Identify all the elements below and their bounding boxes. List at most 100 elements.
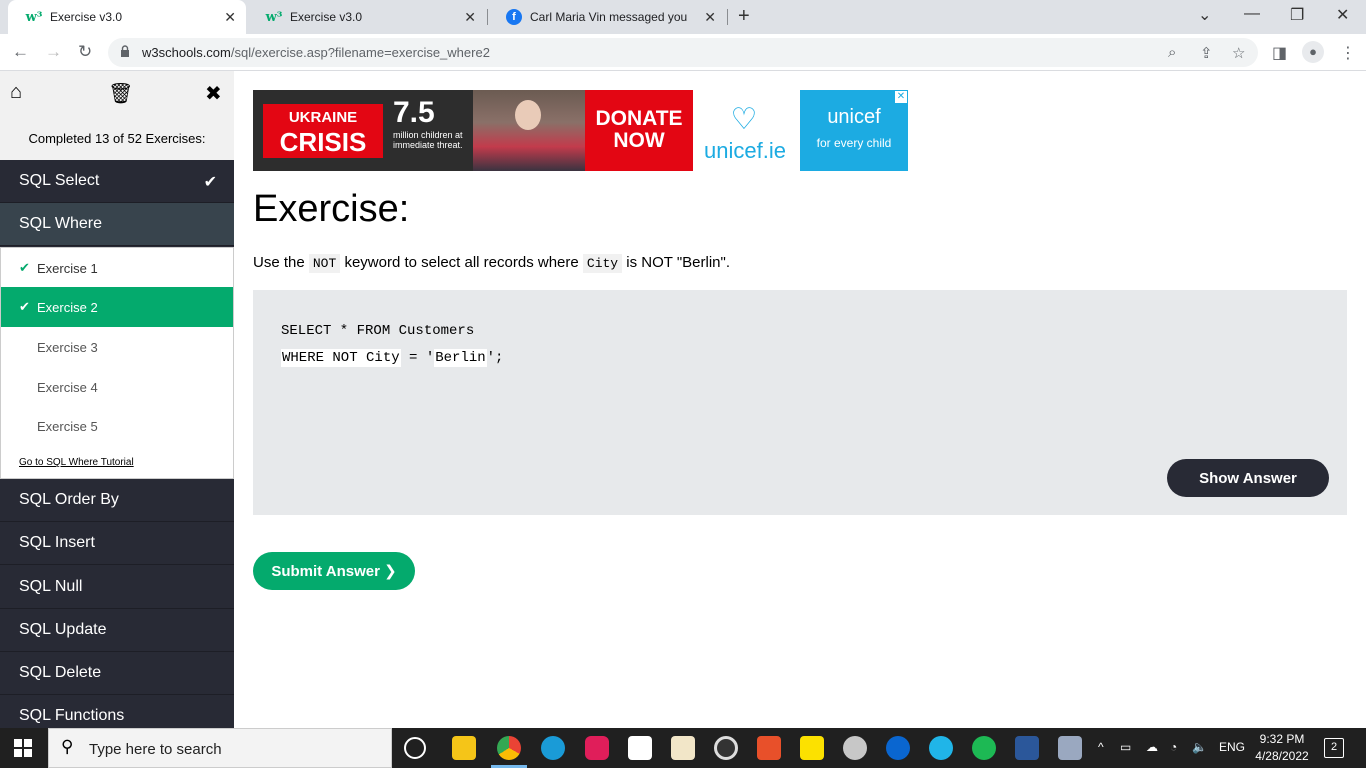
home-icon[interactable]: ⌂ (10, 81, 22, 104)
back-icon[interactable]: ← (12, 42, 29, 62)
notification-center-icon[interactable]: 2 (1324, 738, 1344, 758)
unicef-logo-box[interactable]: ✕ unicef for every child (800, 90, 908, 171)
unicef-ie-label: unicef.ie (704, 138, 786, 163)
sidebar-item-sql-functions[interactable]: SQL Functions (0, 695, 234, 728)
share-icon[interactable]: ⇪ (1200, 44, 1213, 62)
taskbar-clock[interactable]: 9:32 PM 4/28/2022 (1252, 731, 1312, 765)
office-icon[interactable] (757, 736, 781, 760)
code-line-1: SELECT * FROM Customers (281, 323, 475, 339)
sticky-notes-icon[interactable] (800, 736, 824, 760)
exercise-label: Exercise 2 (37, 299, 98, 315)
reload-icon[interactable]: ↻ (78, 42, 92, 62)
zoom-icon[interactable]: ⌕ (1168, 44, 1176, 61)
tab-exercise-2[interactable]: w³ Exercise v3.0 ✕ (248, 0, 486, 34)
wifi-icon[interactable]: ◔ (1170, 740, 1177, 754)
file-explorer-icon[interactable] (452, 736, 476, 760)
lock-icon (121, 45, 129, 57)
ad-ukraine-text: UKRAINE (288, 109, 358, 126)
tab-search-icon[interactable]: ⌄ (1198, 5, 1211, 25)
exercise-label: Exercise 3 (37, 339, 98, 355)
snip-tool-icon[interactable] (843, 736, 867, 760)
onedrive-icon[interactable]: ☁ (1146, 740, 1158, 754)
tutorial-link[interactable]: Go to SQL Where Tutorial (19, 457, 134, 468)
donate-now-button[interactable]: DONATE NOW (585, 90, 693, 171)
url-field[interactable]: w3schools.com/sql/exercise.asp?filename=… (108, 38, 1258, 67)
tab-title: Exercise v3.0 (50, 10, 123, 24)
side-panel-icon[interactable]: ◨ (1272, 43, 1287, 63)
exercise-item-2[interactable]: ✔ Exercise 2 (1, 287, 233, 327)
restore-icon[interactable]: ❐ (1290, 5, 1304, 25)
tab-separator (727, 9, 728, 25)
exercise-item-5[interactable]: Exercise 5 (1, 406, 233, 446)
taskbar-search-box[interactable]: ⚲ Type here to search (48, 728, 392, 768)
forward-icon[interactable]: → (45, 42, 62, 62)
edge-icon[interactable] (541, 736, 565, 760)
submit-answer-button[interactable]: Submit Answer ❯ (253, 552, 415, 590)
exercise-item-1[interactable]: ✔ Exercise 1 (1, 248, 233, 288)
show-hidden-icons[interactable]: ^ (1098, 740, 1104, 754)
sidebar-item-sql-order-by[interactable]: SQL Order By (0, 479, 234, 522)
ukraine-crisis-ad[interactable]: UKRAINE CRISIS 7.5 million children at i… (253, 90, 693, 171)
language-indicator[interactable]: ENG (1219, 740, 1245, 754)
cortana-icon[interactable] (404, 737, 426, 759)
w3schools-icon: w³ (265, 9, 283, 25)
exercise-description: Use the NOT keyword to select all record… (253, 254, 731, 273)
spotify-icon[interactable] (972, 736, 996, 760)
profile-icon[interactable]: ● (1302, 41, 1324, 63)
calculator-app-icon[interactable] (628, 736, 652, 760)
menu-kebab-icon[interactable]: ⋮ (1340, 43, 1356, 63)
sidebar-item-sql-insert[interactable]: SQL Insert (0, 522, 234, 565)
close-tab-icon[interactable]: ✕ (224, 9, 236, 26)
sidebar-item-label: SQL Order By (19, 491, 119, 508)
notes-app-icon[interactable] (671, 736, 695, 760)
new-tab-icon[interactable]: + (738, 5, 750, 28)
ad-close-icon[interactable]: ✕ (895, 91, 907, 103)
word-icon[interactable] (1015, 736, 1039, 760)
sidebar-item-sql-delete[interactable]: SQL Delete (0, 652, 234, 695)
for-every-child-label: for every child (816, 136, 892, 150)
sidebar-item-label: SQL Where (19, 215, 102, 232)
sidebar-item-sql-update[interactable]: SQL Update (0, 609, 234, 652)
slack-icon[interactable] (585, 736, 609, 760)
chrome-icon[interactable] (497, 736, 521, 760)
search-placeholder: Type here to search (89, 741, 222, 758)
close-tab-icon[interactable]: ✕ (464, 9, 476, 26)
sidebar-item-label: SQL Insert (19, 534, 95, 551)
answer-input-2[interactable]: Berlin (434, 349, 487, 367)
sidebar-item-label: SQL Select (19, 172, 100, 189)
tab-exercise-1[interactable]: w³ Exercise v3.0 ✕ (8, 0, 246, 34)
ad-children-text: million children at immediate threat. (393, 130, 463, 150)
crisis-badge: UKRAINE CRISIS (263, 104, 383, 158)
completed-count: Completed 13 of 52 Exercises: (28, 131, 206, 146)
answer-input-1[interactable]: WHERE NOT City (281, 349, 401, 367)
show-answer-button[interactable]: Show Answer (1167, 459, 1329, 497)
volume-icon[interactable]: 🔈 (1192, 740, 1207, 754)
child-photo (473, 90, 585, 171)
tab-title: Carl Maria Vin messaged you (530, 10, 688, 24)
exercise-item-3[interactable]: Exercise 3 (1, 327, 233, 367)
trash-icon[interactable]: 🗑 (108, 81, 133, 106)
bookmark-star-icon[interactable]: ☆ (1232, 44, 1245, 62)
tab-facebook[interactable]: f Carl Maria Vin messaged you ✕ (488, 0, 726, 34)
battery-icon[interactable]: ▭ (1120, 740, 1131, 754)
unicef-label: unicef (827, 106, 881, 128)
sidebar-item-sql-select[interactable]: SQL Select ✔ (0, 160, 234, 203)
minimize-icon[interactable]: — (1244, 5, 1260, 23)
facebook-icon: f (506, 9, 522, 25)
desc-text: is NOT "Berlin". (622, 254, 731, 271)
close-window-icon[interactable]: ✕ (1336, 5, 1349, 25)
close-tab-icon[interactable]: ✕ (704, 9, 716, 26)
media-player-icon[interactable] (714, 736, 738, 760)
windows-start-icon[interactable] (14, 739, 32, 757)
exercise-item-4[interactable]: Exercise 4 (1, 367, 233, 407)
unicef-ie-logo[interactable]: ♡ unicef.ie (700, 96, 795, 168)
close-icon[interactable]: ✖ (205, 81, 222, 106)
bluetooth-icon[interactable] (886, 736, 910, 760)
network-app-icon[interactable] (1058, 736, 1082, 760)
tab-title: Exercise v3.0 (290, 10, 363, 24)
code-text: = ' (400, 350, 435, 366)
address-bar-row: ← → ↻ w3schools.com/sql/exercise.asp?fil… (0, 34, 1366, 71)
sidebar-item-sql-where[interactable]: SQL Where (0, 203, 234, 246)
canva-icon[interactable] (929, 736, 953, 760)
sidebar-item-sql-null[interactable]: SQL Null (0, 566, 234, 609)
